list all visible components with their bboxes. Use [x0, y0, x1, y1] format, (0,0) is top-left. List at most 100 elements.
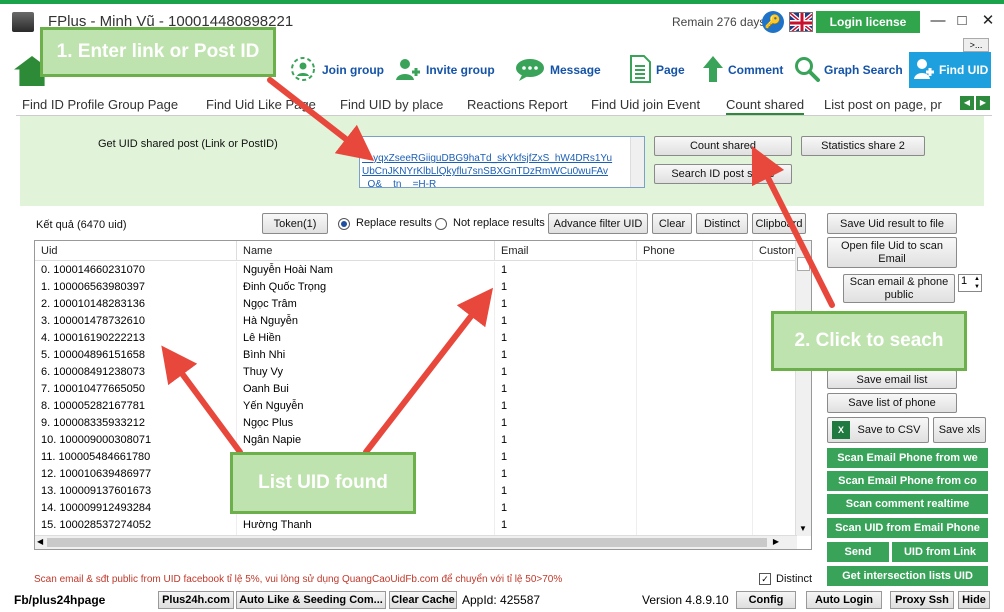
table-row[interactable]: 9. 100008335933212 Ngọc Plus 1 [35, 415, 797, 432]
table-row[interactable]: 8. 100005282167781 Yến Nguyễn 1 [35, 398, 797, 415]
table-row[interactable]: 11. 100005484661780 1 [35, 449, 797, 466]
tab-list-post-on-page[interactable]: List post on page, pr [824, 97, 948, 112]
toolbar-find-uid[interactable]: Find UID [909, 52, 991, 88]
tab-find-uid-like-page[interactable]: Find Uid Like Page [206, 97, 316, 112]
column-custom[interactable]: Custom [753, 241, 797, 261]
hscroll-thumb[interactable] [47, 538, 767, 547]
toolbar-graph-search[interactable]: Graph Search [794, 52, 903, 88]
clipboard-button[interactable]: Clipboard [752, 213, 806, 234]
scan-email-phone-web-button[interactable]: Scan Email Phone from we [827, 448, 988, 468]
auto-like-seeding-button[interactable]: Auto Like & Seeding Com... [236, 591, 386, 609]
table-row[interactable]: 3. 100001478732610 Hà Nguyễn 1 [35, 313, 797, 330]
scroll-thumb[interactable] [797, 257, 810, 271]
cell-custom [753, 262, 797, 279]
search-id-post-share-button[interactable]: Search ID post share [654, 164, 792, 184]
distinct-button[interactable]: Distinct [696, 213, 748, 234]
tab-scroll-left-icon[interactable]: ◀ [960, 96, 974, 110]
column-phone[interactable]: Phone [637, 241, 753, 261]
toolbar-invite-group[interactable]: Invite group [394, 52, 495, 88]
distinct-checkbox[interactable]: ✓ [759, 573, 771, 585]
tab-reactions-report[interactable]: Reactions Report [467, 97, 567, 112]
link-scrollbar[interactable] [630, 137, 644, 187]
scroll-right-icon[interactable]: ▶ [773, 537, 779, 546]
save-to-csv-button[interactable]: X Save to CSV [827, 417, 929, 443]
replace-results-radio[interactable] [338, 218, 350, 230]
plus24h-button[interactable]: Plus24h.com [158, 591, 234, 609]
table-row[interactable]: 2. 100010148283136 Ngọc Trâm 1 [35, 296, 797, 313]
scroll-left-icon[interactable]: ◀ [37, 537, 43, 546]
proxy-ssh-button[interactable]: Proxy Ssh [890, 591, 954, 609]
cell-email: 1 [495, 381, 637, 398]
tab-scroll-right-icon[interactable]: ▶ [976, 96, 990, 110]
clear-cache-button[interactable]: Clear Cache [389, 591, 457, 609]
callout-step-2: 2. Click to seach [771, 311, 967, 371]
appid-text: AppId: 425587 [462, 593, 541, 607]
more-button[interactable]: >... [963, 38, 989, 52]
save-phone-list-button[interactable]: Save list of phone [827, 393, 957, 413]
post-link-input[interactable]: yqxZseeRGiiguDBG9haTd_skYkfsjfZxS_hW4DRs… [359, 136, 645, 188]
tab-find-uid-by-place[interactable]: Find UID by place [340, 97, 443, 112]
cell-uid: 12. 100010639486977 [35, 466, 237, 483]
maximize-icon[interactable]: □ [950, 10, 974, 32]
hide-button[interactable]: Hide [958, 591, 990, 609]
table-row[interactable]: 0. 100014660231070 Nguyễn Hoài Nam 1 [35, 262, 797, 279]
table-row[interactable]: 12. 100010639486977 1 [35, 466, 797, 483]
auto-login-button[interactable]: Auto Login [806, 591, 882, 609]
table-row[interactable]: 6. 100008491238073 Thuy Vy 1 [35, 364, 797, 381]
scroll-up-icon[interactable]: ▲ [797, 243, 809, 253]
distinct-label: Distinct [776, 573, 813, 585]
tab-find-uid-join-event[interactable]: Find Uid join Event [591, 97, 700, 112]
config-button[interactable]: Config [736, 591, 796, 609]
count-shared-button[interactable]: Count shared [654, 136, 792, 156]
cell-uid: 4. 100016190222213 [35, 330, 237, 347]
advance-filter-button[interactable]: Advance filter UID [548, 213, 648, 234]
table-horizontal-scrollbar[interactable]: ◀ ▶ [35, 535, 797, 549]
table-row[interactable]: 14. 100009912493284 1 [35, 500, 797, 517]
scan-email-phone-public-button[interactable]: Scan email & phone public [843, 274, 955, 303]
uid-from-link-button[interactable]: UID from Link [892, 542, 988, 562]
column-name[interactable]: Name [237, 241, 495, 261]
table-row[interactable]: 5. 100004896151658 Bình Nhi 1 [35, 347, 797, 364]
statistics-share-button[interactable]: Statistics share 2 [801, 136, 925, 156]
scan-email-phone-comment-button[interactable]: Scan Email Phone from co [827, 471, 988, 491]
save-xls-button[interactable]: Save xls [933, 417, 986, 443]
uk-flag-icon[interactable] [789, 12, 813, 32]
not-replace-results-radio[interactable] [435, 218, 447, 230]
get-intersection-lists-button[interactable]: Get intersection lists UID [827, 566, 988, 586]
login-license-button[interactable]: Login license [816, 11, 920, 33]
tab-find-id-profile[interactable]: Find ID Profile Group Page [22, 97, 178, 112]
column-email[interactable]: Email [495, 241, 637, 261]
table-row[interactable]: 4. 100016190222213 Lê Hiền 1 [35, 330, 797, 347]
table-row[interactable]: 15. 100028537274052 Hường Thanh 1 [35, 517, 797, 534]
open-file-uid-button[interactable]: Open file Uid to scan Email [827, 237, 957, 268]
toolbar-message[interactable]: Message [514, 52, 601, 88]
toolbar-join-group[interactable]: Join group [288, 52, 384, 88]
table-row[interactable]: 13. 100009137601673 1 [35, 483, 797, 500]
scan-comment-realtime-button[interactable]: Scan comment realtime [827, 494, 988, 514]
cell-email: 1 [495, 517, 637, 534]
key-icon[interactable]: 🔑 [762, 11, 784, 33]
save-uid-result-button[interactable]: Save Uid result to file [827, 213, 957, 234]
thread-spinner-value: 1 [961, 275, 968, 287]
spinner-arrows-icon[interactable]: ▲ ▼ [974, 275, 980, 291]
uid-results-table[interactable]: Uid Name Email Phone Custom 0. 100014660… [34, 240, 812, 550]
minimize-icon[interactable]: — [926, 10, 950, 32]
close-icon[interactable]: ✕ [976, 10, 1000, 32]
thread-spinner[interactable]: 1 ▲ ▼ [958, 274, 982, 292]
table-row[interactable]: 7. 100010477665050 Oanh Bui 1 [35, 381, 797, 398]
token-button[interactable]: Token(1) [262, 213, 328, 234]
column-uid[interactable]: Uid [35, 241, 237, 261]
scan-uid-from-email-phone-button[interactable]: Scan UID from Email Phone [827, 518, 988, 538]
save-email-list-button[interactable]: Save email list [827, 370, 957, 389]
scroll-down-icon[interactable]: ▼ [797, 524, 809, 534]
toolbar-page[interactable]: Page [628, 52, 685, 88]
clear-button[interactable]: Clear [652, 213, 692, 234]
table-row[interactable]: 1. 100006563980397 Đinh Quốc Trọng 1 [35, 279, 797, 296]
table-row[interactable]: 10. 100009000308071 Ngân Napie 1 [35, 432, 797, 449]
toolbar-comment[interactable]: Comment [702, 52, 783, 88]
tab-count-shared[interactable]: Count shared [726, 97, 805, 115]
table-vertical-scrollbar[interactable]: ▲ ▼ [795, 241, 811, 536]
remain-days: Remain 276 days [672, 15, 766, 29]
send-button[interactable]: Send [827, 542, 889, 562]
fb-page-link[interactable]: Fb/plus24hpage [14, 593, 105, 607]
